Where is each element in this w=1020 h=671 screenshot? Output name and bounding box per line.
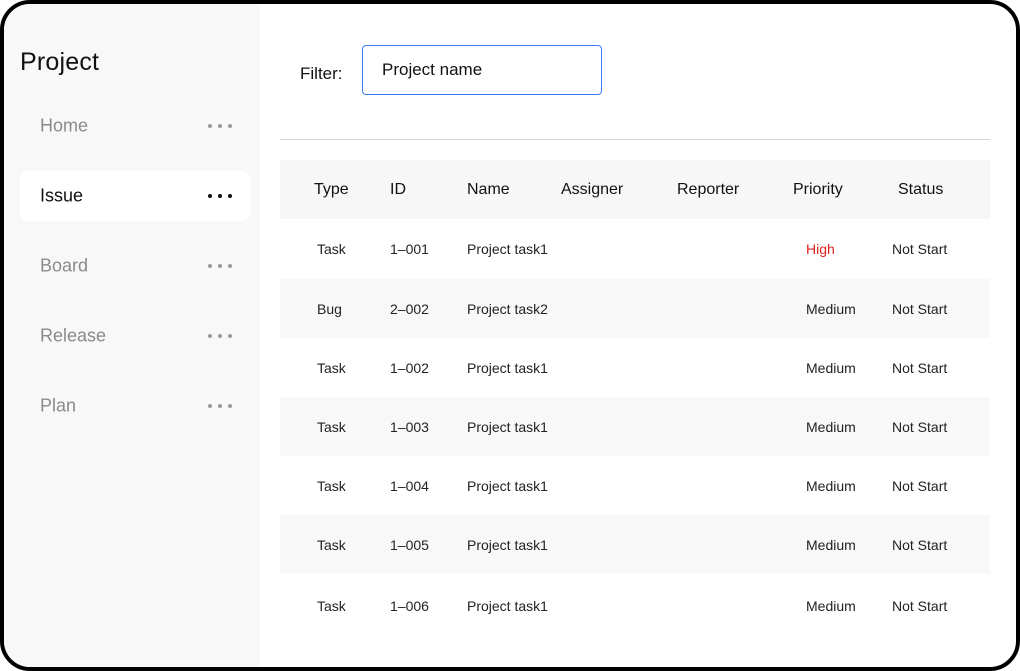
cell-type: Task bbox=[317, 477, 346, 494]
cell-priority: Medium bbox=[806, 359, 856, 376]
cell-type: Task bbox=[317, 598, 346, 614]
table-row[interactable]: Bug 2–002 Project task2 Medium Not Start bbox=[280, 279, 990, 338]
sidebar-item-home[interactable]: Home bbox=[20, 101, 250, 151]
cell-name: Project task1 bbox=[467, 241, 548, 257]
sidebar-item-label: Release bbox=[40, 325, 107, 346]
cell-priority: Medium bbox=[806, 418, 856, 435]
cell-priority: Medium bbox=[806, 598, 856, 614]
more-icon[interactable] bbox=[208, 123, 232, 129]
more-icon[interactable] bbox=[208, 193, 232, 199]
cell-priority: Medium bbox=[806, 477, 856, 494]
table-row[interactable]: Task 1–004 Project task1 Medium Not Star… bbox=[280, 456, 990, 515]
cell-status: Not Start bbox=[892, 241, 948, 257]
table-row[interactable]: Task 1–005 Project task1 Medium Not Star… bbox=[280, 515, 990, 574]
cell-priority: High bbox=[806, 241, 835, 257]
cell-id: 1–006 bbox=[390, 598, 429, 614]
cell-name: Project task1 bbox=[467, 536, 548, 553]
cell-id: 1–001 bbox=[390, 241, 429, 257]
sidebar-item-release[interactable]: Release bbox=[20, 311, 250, 361]
more-icon[interactable] bbox=[208, 263, 232, 269]
cell-status: Not Start bbox=[892, 536, 948, 553]
cell-status: Not Start bbox=[892, 418, 948, 435]
column-header-name[interactable]: Name bbox=[467, 181, 510, 199]
table-header-row: Type ID Name Assigner Reporter Priority … bbox=[280, 160, 990, 219]
table-row[interactable]: Task 1–003 Project task1 Medium Not Star… bbox=[280, 397, 990, 456]
cell-status: Not Start bbox=[892, 300, 948, 317]
more-icon[interactable] bbox=[208, 333, 232, 339]
cell-name: Project task1 bbox=[467, 477, 548, 494]
filter-input[interactable] bbox=[362, 45, 602, 95]
sidebar: Project Home Issue Board Release Plan bbox=[4, 4, 260, 667]
app-title: Project bbox=[20, 48, 100, 76]
sidebar-item-issue[interactable]: Issue bbox=[20, 171, 250, 221]
column-header-assigner[interactable]: Assigner bbox=[561, 181, 623, 199]
sidebar-item-label: Issue bbox=[40, 185, 84, 206]
cell-id: 1–003 bbox=[390, 418, 429, 435]
cell-id: 1–005 bbox=[390, 536, 429, 553]
cell-priority: Medium bbox=[806, 300, 856, 317]
sidebar-item-label: Board bbox=[40, 255, 89, 276]
cell-name: Project task1 bbox=[467, 359, 548, 376]
cell-id: 1–004 bbox=[390, 477, 429, 494]
sidebar-item-board[interactable]: Board bbox=[20, 241, 250, 291]
issues-table: Type ID Name Assigner Reporter Priority … bbox=[280, 160, 990, 638]
cell-priority: Medium bbox=[806, 536, 856, 553]
cell-type: Task bbox=[317, 359, 346, 376]
cell-name: Project task1 bbox=[467, 418, 548, 435]
cell-type: Task bbox=[317, 241, 346, 257]
cell-name: Project task2 bbox=[467, 300, 548, 317]
sidebar-item-plan[interactable]: Plan bbox=[20, 381, 250, 431]
column-header-reporter[interactable]: Reporter bbox=[677, 181, 739, 199]
cell-type: Task bbox=[317, 418, 346, 435]
cell-status: Not Start bbox=[892, 598, 948, 614]
table-row[interactable]: Task 1–006 Project task1 Medium Not Star… bbox=[280, 574, 990, 638]
cell-id: 1–002 bbox=[390, 359, 429, 376]
cell-name: Project task1 bbox=[467, 598, 548, 614]
column-header-priority[interactable]: Priority bbox=[793, 181, 843, 199]
app-window: Project Home Issue Board Release Plan Fi… bbox=[0, 0, 1020, 671]
cell-type: Task bbox=[317, 536, 346, 553]
column-header-type[interactable]: Type bbox=[314, 181, 349, 199]
table-row[interactable]: Task 1–001 Project task1 High Not Start bbox=[280, 219, 990, 279]
more-icon[interactable] bbox=[208, 403, 232, 409]
filter-label: Filter: bbox=[300, 64, 343, 83]
divider bbox=[280, 139, 990, 140]
sidebar-item-label: Home bbox=[40, 115, 89, 136]
cell-id: 2–002 bbox=[390, 300, 429, 317]
column-header-id[interactable]: ID bbox=[390, 181, 406, 199]
cell-status: Not Start bbox=[892, 477, 948, 494]
sidebar-item-label: Plan bbox=[40, 395, 77, 416]
cell-status: Not Start bbox=[892, 359, 948, 376]
column-header-status[interactable]: Status bbox=[898, 181, 943, 199]
table-row[interactable]: Task 1–002 Project task1 Medium Not Star… bbox=[280, 338, 990, 397]
cell-type: Bug bbox=[317, 300, 342, 317]
